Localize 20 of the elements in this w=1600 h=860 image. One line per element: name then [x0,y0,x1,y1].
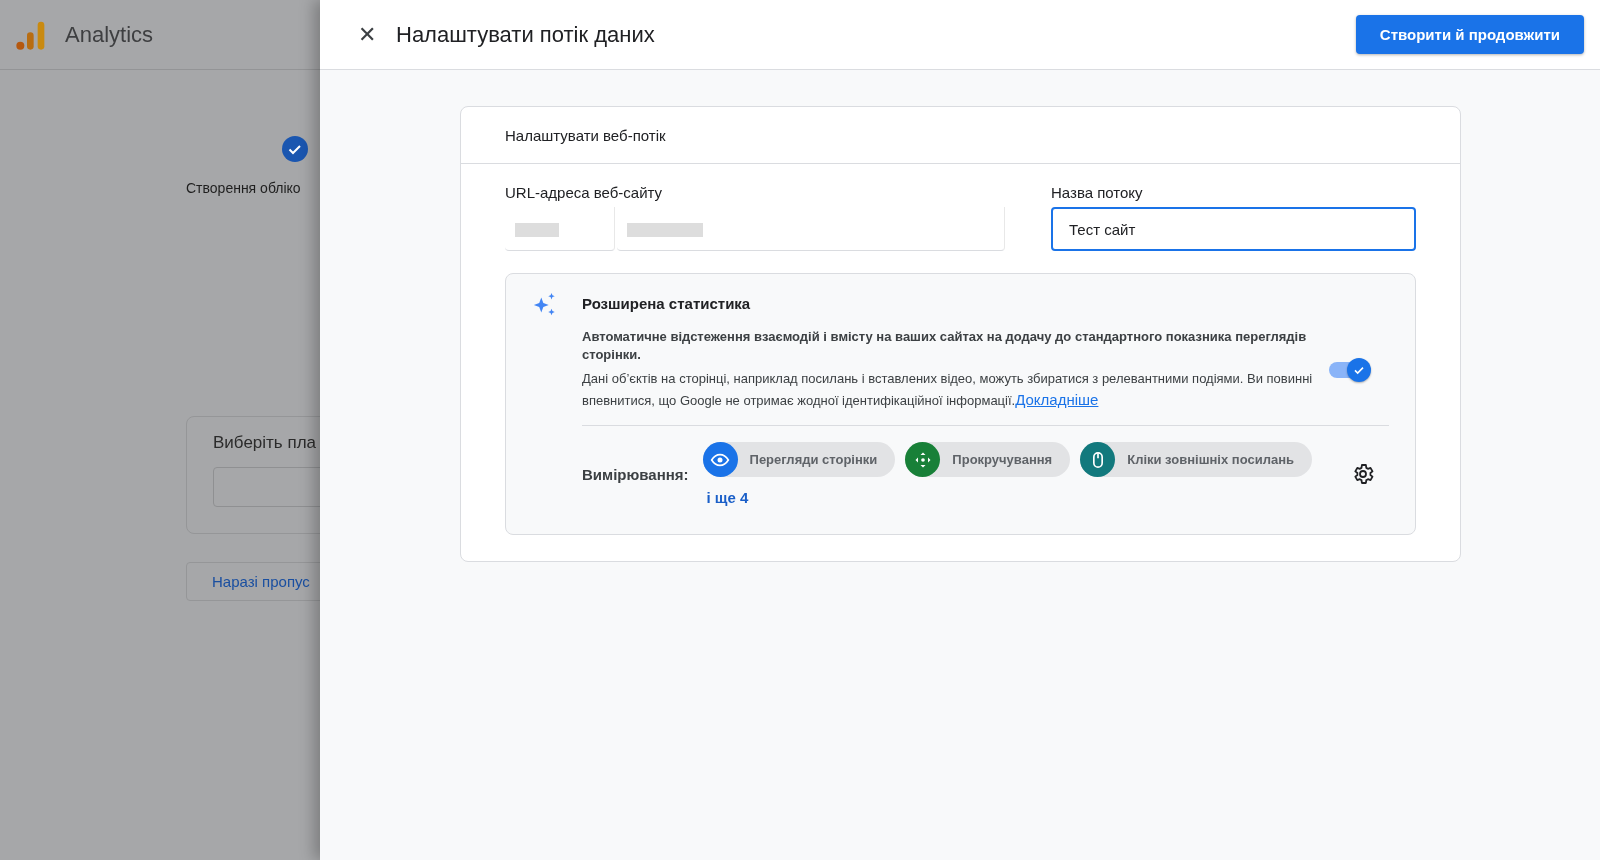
measurement-chip[interactable]: Кліки зовнішніх посилань [1080,442,1312,477]
platform-card-title: Виберіть пла [213,433,316,452]
panel-title: Налаштувати потік даних [396,21,656,48]
enhanced-description: Автоматичне відстеження взаємодій і вмісту на ваших сайтах на додачу до стандартного показника переглядів сторінки. [582,328,1308,364]
stream-name-label: Назва потоку [1051,184,1144,201]
url-label: URL-адреса веб-сайту [505,184,664,201]
stream-name-field[interactable]: Тест сайт [1051,207,1416,251]
app-name: Analytics [65,21,154,48]
enhanced-title: Розширена статистика [582,295,752,312]
measurements-label: Вимірювання: [582,465,689,483]
measurement-chip[interactable]: Перегляди сторінки [702,442,896,477]
measurement-chip[interactable]: Прокручування [905,442,1071,477]
card-title: Налаштувати веб-потік [505,126,666,144]
enhanced-note: Дані об’єктів на сторінці, наприклад посилань і вставлених відео, можуть збиратися з релевантними подіями. Ви повинні впевнитися, що Google не отримає жодної ідентифікаційної інформації.Докладніше [582,370,1314,410]
settings-icon[interactable] [1351,462,1375,486]
more-link[interactable]: і ще 4 [706,489,1351,506]
close-button[interactable]: ✕ [350,17,384,52]
create-continue-button[interactable]: Створити й продовжити [1355,15,1584,54]
learn-more-link[interactable]: Докладніше [1015,391,1099,408]
step-label: Створення обліко [186,180,301,196]
